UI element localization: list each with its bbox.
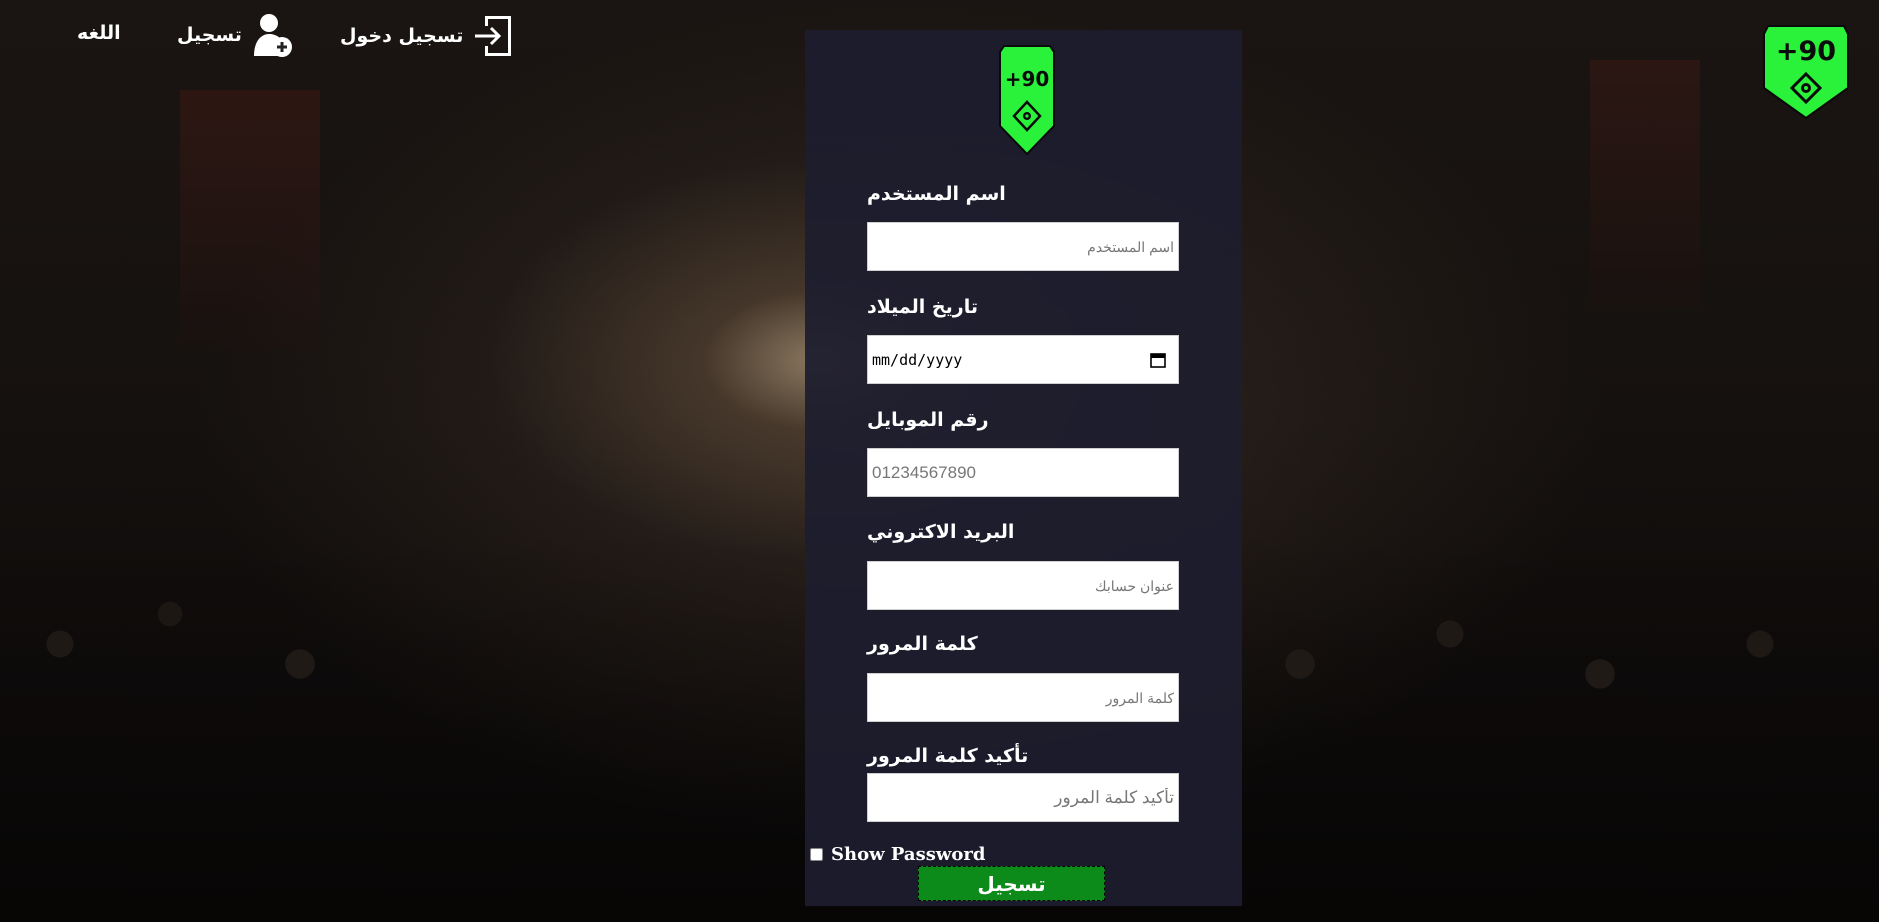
panel-logo-text: +90 bbox=[1005, 67, 1050, 91]
username-input[interactable] bbox=[867, 222, 1179, 271]
email-label: البريد الاكتروني bbox=[867, 521, 1015, 543]
birthdate-value: mm/dd/yyyy bbox=[872, 350, 963, 369]
sign-in-icon bbox=[473, 12, 515, 60]
language-link[interactable]: اللغه bbox=[77, 22, 121, 44]
login-link[interactable]: تسجيل دخول bbox=[340, 12, 515, 60]
username-label: اسم المستخدم bbox=[867, 183, 1006, 205]
register-submit-button[interactable]: تسجيل bbox=[918, 866, 1105, 901]
background-curtain-left bbox=[180, 90, 320, 350]
password-label: كلمة المرور bbox=[867, 633, 978, 655]
mobile-input[interactable] bbox=[867, 448, 1179, 497]
calendar-icon[interactable] bbox=[1150, 352, 1166, 368]
show-password-label: Show Password bbox=[831, 844, 986, 865]
register-link[interactable]: تسجيل bbox=[177, 12, 294, 58]
login-label: تسجيل دخول bbox=[340, 25, 464, 47]
mobile-label: رقم الموبايل bbox=[867, 409, 989, 431]
registration-panel: +90 اسم المستخدم تاريخ الميلاد mm/dd/yyy… bbox=[805, 30, 1242, 906]
confirm-password-input[interactable] bbox=[867, 773, 1179, 822]
add-user-icon bbox=[252, 12, 294, 58]
birthdate-input[interactable]: mm/dd/yyyy bbox=[867, 335, 1179, 384]
register-label: تسجيل bbox=[177, 24, 242, 46]
birthdate-label: تاريخ الميلاد bbox=[867, 296, 978, 318]
show-password-toggle[interactable]: Show Password bbox=[810, 844, 985, 865]
password-input[interactable] bbox=[867, 673, 1179, 722]
panel-logo: +90 bbox=[996, 42, 1058, 156]
logo-text: +90 bbox=[1776, 36, 1836, 67]
brand-logo[interactable]: +90 bbox=[1760, 20, 1852, 120]
show-password-checkbox[interactable] bbox=[810, 848, 823, 861]
background-curtain-right bbox=[1590, 60, 1700, 310]
language-label: اللغه bbox=[77, 22, 121, 44]
confirm-password-label: تأكيد كلمة المرور bbox=[867, 745, 1029, 767]
email-input[interactable] bbox=[867, 561, 1179, 610]
